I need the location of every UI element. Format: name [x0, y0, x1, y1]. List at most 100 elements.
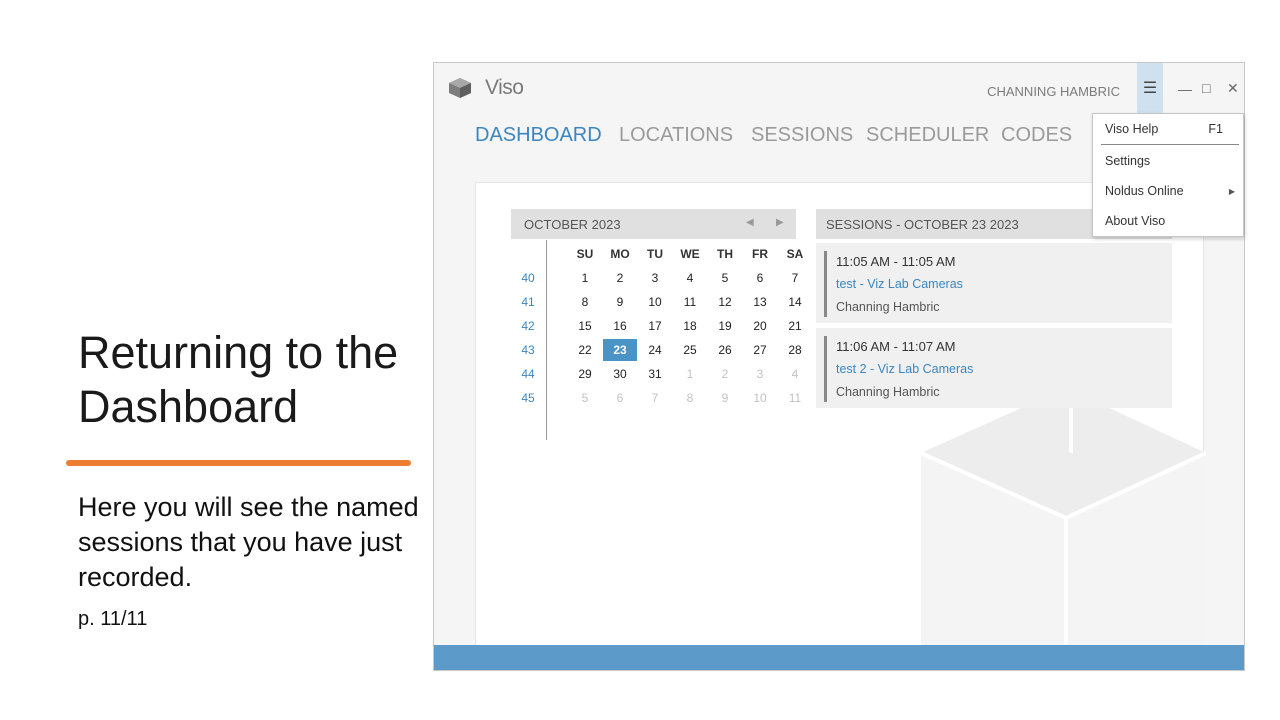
- status-bar: [434, 645, 1244, 670]
- calendar-day[interactable]: 15: [568, 315, 602, 337]
- week-number[interactable]: 42: [511, 315, 545, 337]
- calendar-day[interactable]: 9: [708, 387, 742, 409]
- calendar-day[interactable]: 2: [708, 363, 742, 385]
- calendar-day[interactable]: 13: [743, 291, 777, 313]
- menu-item-viso-help[interactable]: Viso Help: [1105, 122, 1158, 136]
- menu-item-noldus-online[interactable]: Noldus Online: [1105, 184, 1184, 198]
- calendar-day[interactable]: 27: [743, 339, 777, 361]
- tab-sessions[interactable]: SESSIONS: [751, 124, 853, 147]
- calendar-day[interactable]: 3: [638, 267, 672, 289]
- calendar-day[interactable]: 8: [568, 291, 602, 313]
- slide-body-text: Here you will see the named sessions tha…: [78, 492, 419, 592]
- session-name-link[interactable]: test - Viz Lab Cameras: [836, 277, 963, 291]
- day-of-week-label: FR: [752, 247, 768, 261]
- day-of-week-label: WE: [680, 247, 700, 261]
- calendar-day[interactable]: 4: [673, 267, 707, 289]
- title-bar: Viso CHANNING HAMBRIC ☰ — □ ✕: [434, 63, 1244, 113]
- viso-logo-icon: [449, 78, 471, 98]
- calendar-day[interactable]: 9: [603, 291, 637, 313]
- calendar-day[interactable]: 24: [638, 339, 672, 361]
- day-of-week-label: SA: [786, 247, 804, 261]
- slide-title: Returning to the Dashboard: [78, 327, 399, 432]
- day-of-week-label: TU: [647, 247, 663, 261]
- calendar-day[interactable]: 7: [638, 387, 672, 409]
- user-name[interactable]: CHANNING HAMBRIC: [987, 84, 1120, 99]
- day-of-week-label: TH: [717, 247, 733, 261]
- calendar-day[interactable]: 3: [743, 363, 777, 385]
- app-dropdown-menu: Viso Help F1 Settings Noldus Online ▶ Ab…: [1092, 113, 1244, 237]
- calendar-day[interactable]: 17: [638, 315, 672, 337]
- day-of-week-label: MO: [610, 247, 630, 261]
- calendar-day[interactable]: 11: [673, 291, 707, 313]
- minimize-icon[interactable]: —: [1178, 81, 1192, 97]
- week-number[interactable]: 45: [511, 387, 545, 409]
- session-time: 11:05 AM - 11:05 AM: [836, 254, 956, 269]
- week-number[interactable]: 44: [511, 363, 545, 385]
- week-number[interactable]: 43: [511, 339, 545, 361]
- close-icon[interactable]: ✕: [1227, 80, 1239, 97]
- background-hexagon-decoration: [921, 388, 1206, 648]
- calendar-day[interactable]: 2: [603, 267, 637, 289]
- prev-month-icon[interactable]: ◀: [746, 217, 754, 228]
- calendar-day[interactable]: 28: [778, 339, 812, 361]
- hamburger-icon: ☰: [1142, 80, 1158, 97]
- calendar-day[interactable]: 12: [708, 291, 742, 313]
- calendar-day[interactable]: 6: [603, 387, 637, 409]
- hamburger-menu-button[interactable]: ☰: [1137, 63, 1163, 113]
- calendar-day[interactable]: 1: [568, 267, 602, 289]
- session-card[interactable]: 11:05 AM - 11:05 AM test - Viz Lab Camer…: [816, 243, 1172, 323]
- calendar-week-divider: [546, 240, 547, 440]
- dashboard-panel: OCTOBER 2023 ◀ ▶ SU MO TU WE TH FR SA 40 1 2 3 4 5 6 7…: [475, 182, 1206, 648]
- tab-locations[interactable]: LOCATIONS: [619, 124, 733, 147]
- next-month-icon[interactable]: ▶: [776, 217, 784, 228]
- tab-scheduler[interactable]: SCHEDULER: [866, 124, 989, 147]
- calendar-day[interactable]: 8: [673, 387, 707, 409]
- session-accent-bar: [824, 336, 827, 402]
- calendar-day[interactable]: 5: [568, 387, 602, 409]
- submenu-arrow-icon: ▶: [1228, 187, 1235, 196]
- session-user: Channing Hambric: [836, 385, 940, 399]
- calendar-day[interactable]: 22: [568, 339, 602, 361]
- calendar-day[interactable]: 16: [603, 315, 637, 337]
- calendar-day[interactable]: 7: [778, 267, 812, 289]
- tab-codes[interactable]: CODES: [1001, 124, 1072, 147]
- slide-page-number: p. 11/11: [78, 608, 148, 630]
- session-accent-bar: [824, 251, 827, 317]
- calendar-day[interactable]: 4: [778, 363, 812, 385]
- app-name: Viso: [485, 76, 524, 99]
- calendar-day[interactable]: 5: [708, 267, 742, 289]
- session-name-link[interactable]: test 2 - Viz Lab Cameras: [836, 362, 973, 376]
- viso-app-window: Viso CHANNING HAMBRIC ☰ — □ ✕ DASHBOARD …: [433, 62, 1245, 671]
- calendar-month-label: OCTOBER 2023: [524, 217, 621, 232]
- calendar-day[interactable]: 19: [708, 315, 742, 337]
- calendar-day[interactable]: 1: [673, 363, 707, 385]
- calendar-day[interactable]: 20: [743, 315, 777, 337]
- session-card[interactable]: 11:06 AM - 11:07 AM test 2 - Viz Lab Cam…: [816, 328, 1172, 408]
- calendar-header: OCTOBER 2023 ◀ ▶: [511, 209, 796, 239]
- calendar-day[interactable]: 6: [743, 267, 777, 289]
- calendar-day[interactable]: 30: [603, 363, 637, 385]
- week-number[interactable]: 41: [511, 291, 545, 313]
- week-number[interactable]: 40: [511, 267, 545, 289]
- session-time: 11:06 AM - 11:07 AM: [836, 339, 956, 354]
- calendar-day[interactable]: 11: [778, 387, 812, 409]
- day-of-week-label: SU: [576, 247, 594, 261]
- calendar-day[interactable]: 21: [778, 315, 812, 337]
- menu-item-about-viso[interactable]: About Viso: [1105, 214, 1165, 228]
- calendar-day-selected[interactable]: 23: [603, 339, 637, 361]
- calendar-day[interactable]: 25: [673, 339, 707, 361]
- maximize-icon[interactable]: □: [1202, 80, 1210, 96]
- menu-separator: [1101, 144, 1239, 145]
- calendar-day[interactable]: 14: [778, 291, 812, 313]
- calendar-day[interactable]: 10: [638, 291, 672, 313]
- calendar-day[interactable]: 26: [708, 339, 742, 361]
- menu-item-settings[interactable]: Settings: [1105, 154, 1150, 168]
- session-user: Channing Hambric: [836, 300, 940, 314]
- tab-dashboard[interactable]: DASHBOARD: [475, 124, 602, 147]
- calendar-day[interactable]: 29: [568, 363, 602, 385]
- title-underline: [66, 460, 411, 466]
- calendar-day[interactable]: 18: [673, 315, 707, 337]
- menu-shortcut-f1: F1: [1208, 122, 1223, 136]
- calendar-day[interactable]: 10: [743, 387, 777, 409]
- calendar-day[interactable]: 31: [638, 363, 672, 385]
